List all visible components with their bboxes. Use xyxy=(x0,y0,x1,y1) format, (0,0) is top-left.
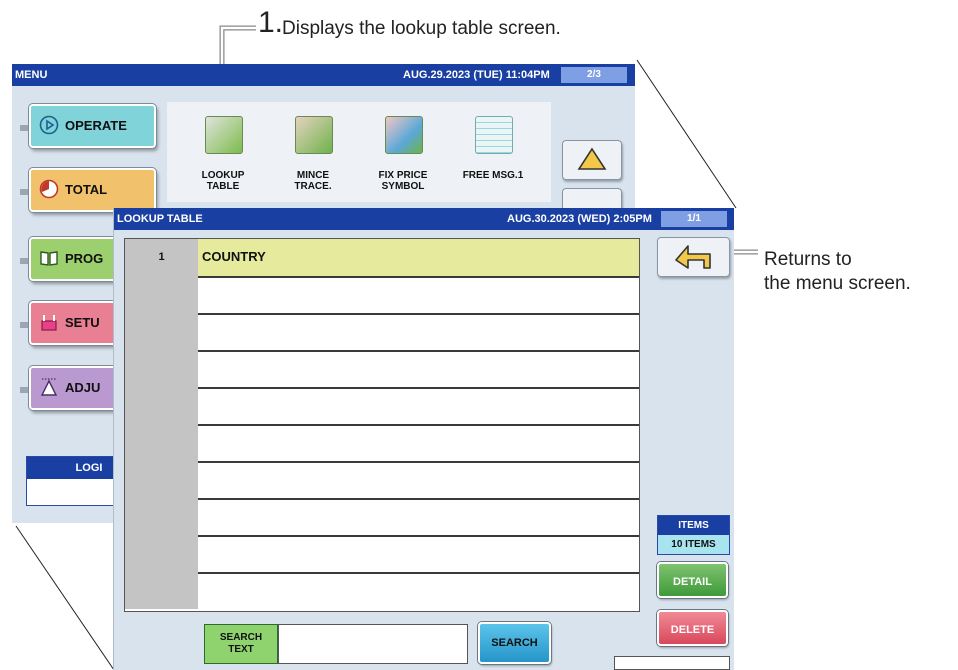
status-field xyxy=(614,656,730,670)
lookup-table: 1 COUNTRY xyxy=(124,238,640,612)
table-row[interactable] xyxy=(125,350,639,389)
total-button[interactable]: TOTAL xyxy=(29,168,156,212)
table-row[interactable] xyxy=(125,535,639,574)
grid-sheet-icon xyxy=(475,116,513,154)
price-tags-icon xyxy=(385,116,423,154)
table-row[interactable] xyxy=(125,424,639,463)
delete-button[interactable]: DELETE xyxy=(657,610,728,646)
items-label: ITEMS xyxy=(658,516,729,535)
row-text xyxy=(198,424,639,461)
back-note: Returns to the menu screen. xyxy=(764,248,911,296)
cattle-map-icon xyxy=(295,116,333,154)
menu-title: MENU xyxy=(15,69,48,81)
step-description: Displays the lookup table screen. xyxy=(282,18,561,39)
tile-line2: TABLE xyxy=(206,181,240,192)
book-icon xyxy=(40,251,58,266)
scale-icon xyxy=(40,378,58,396)
menu-datetime: AUG.29.2023 (TUE) 11:04PM xyxy=(403,69,550,81)
tile-lookup-table[interactable]: LOOKUP TABLE xyxy=(187,110,259,200)
tile-caption: FREE MSG.1 xyxy=(457,170,529,181)
row-number xyxy=(125,350,198,387)
search-input[interactable] xyxy=(278,624,468,664)
table-row[interactable] xyxy=(125,572,639,609)
row-text xyxy=(198,498,639,535)
tile-line1: FREE MSG.1 xyxy=(462,170,524,181)
row-number xyxy=(125,387,198,424)
row-number xyxy=(125,276,198,313)
setup-label: SETU xyxy=(65,315,100,330)
table-row[interactable] xyxy=(125,461,639,500)
detail-button[interactable]: DETAIL xyxy=(657,562,728,598)
tile-caption: LOOKUP TABLE xyxy=(187,170,259,192)
tile-mince-trace[interactable]: MINCE TRACE. xyxy=(277,110,349,200)
menu-titlebar: MENU AUG.29.2023 (TUE) 11:04PM 2/3 xyxy=(12,64,635,86)
operate-button[interactable]: OPERATE xyxy=(29,104,156,148)
return-arrow-icon xyxy=(675,245,711,269)
search-text-label-line1: SEARCH xyxy=(219,632,263,643)
lookup-table-screen: LOOKUP TABLE AUG.30.2023 (WED) 2:05PM 1/… xyxy=(114,208,734,670)
row-text: COUNTRY xyxy=(198,239,639,276)
tile-line1: MINCE xyxy=(296,170,330,181)
step-number: 1. xyxy=(258,6,284,39)
total-label: TOTAL xyxy=(65,182,108,197)
row-text xyxy=(198,572,639,609)
tile-line1: FIX PRICE xyxy=(378,170,428,181)
row-number xyxy=(125,461,198,498)
tools-icon xyxy=(41,315,57,331)
menu-page-indicator: 2/3 xyxy=(561,67,627,83)
search-text-label-line2: TEXT xyxy=(228,644,254,655)
table-row[interactable]: 1 COUNTRY xyxy=(125,239,639,278)
items-count-box: ITEMS 10 ITEMS xyxy=(657,515,730,555)
search-button[interactable]: SEARCH xyxy=(478,622,551,664)
back-note-line2: the menu screen. xyxy=(764,273,911,294)
adjust-label: ADJU xyxy=(65,380,101,395)
row-text xyxy=(198,387,639,424)
lookup-page-indicator: 1/1 xyxy=(661,211,727,227)
row-number xyxy=(125,313,198,350)
lookup-titlebar: LOOKUP TABLE AUG.30.2023 (WED) 2:05PM 1/… xyxy=(114,208,734,230)
up-triangle-icon xyxy=(577,147,607,170)
back-note-line1: Returns to xyxy=(764,249,852,270)
search-text-label: SEARCH TEXT xyxy=(204,624,278,664)
row-text xyxy=(198,276,639,313)
tile-caption: MINCE TRACE. xyxy=(277,170,349,192)
map-icon xyxy=(205,116,243,154)
table-row[interactable] xyxy=(125,313,639,352)
tile-line2: TRACE. xyxy=(294,181,332,192)
return-button[interactable] xyxy=(657,237,730,277)
play-icon xyxy=(39,115,59,135)
tile-line2: SYMBOL xyxy=(381,181,425,192)
pie-clock-icon xyxy=(39,179,59,199)
menu-icon-area: LOOKUP TABLE MINCE TRACE. FIX PRICE SYMB… xyxy=(167,102,551,202)
tile-caption: FIX PRICE SYMBOL xyxy=(367,170,439,192)
table-row[interactable] xyxy=(125,387,639,426)
row-text xyxy=(198,461,639,498)
row-text xyxy=(198,350,639,387)
row-text xyxy=(198,313,639,350)
items-value: 10 ITEMS xyxy=(658,535,729,554)
lookup-datetime: AUG.30.2023 (WED) 2:05PM xyxy=(507,213,652,225)
table-row[interactable] xyxy=(125,498,639,537)
tile-fix-price-symbol[interactable]: FIX PRICE SYMBOL xyxy=(367,110,439,200)
operate-label: OPERATE xyxy=(65,118,127,133)
table-row[interactable] xyxy=(125,276,639,315)
row-number xyxy=(125,498,198,535)
lookup-title: LOOKUP TABLE xyxy=(117,213,203,225)
program-label: PROG xyxy=(65,251,104,266)
tile-free-msg[interactable]: FREE MSG.1 xyxy=(457,110,529,200)
row-number xyxy=(125,424,198,461)
row-text xyxy=(198,535,639,572)
row-number xyxy=(125,535,198,572)
row-number: 1 xyxy=(125,239,198,276)
scroll-up-button[interactable] xyxy=(562,140,622,180)
row-number xyxy=(125,572,198,609)
tile-line1: LOOKUP xyxy=(201,170,245,181)
